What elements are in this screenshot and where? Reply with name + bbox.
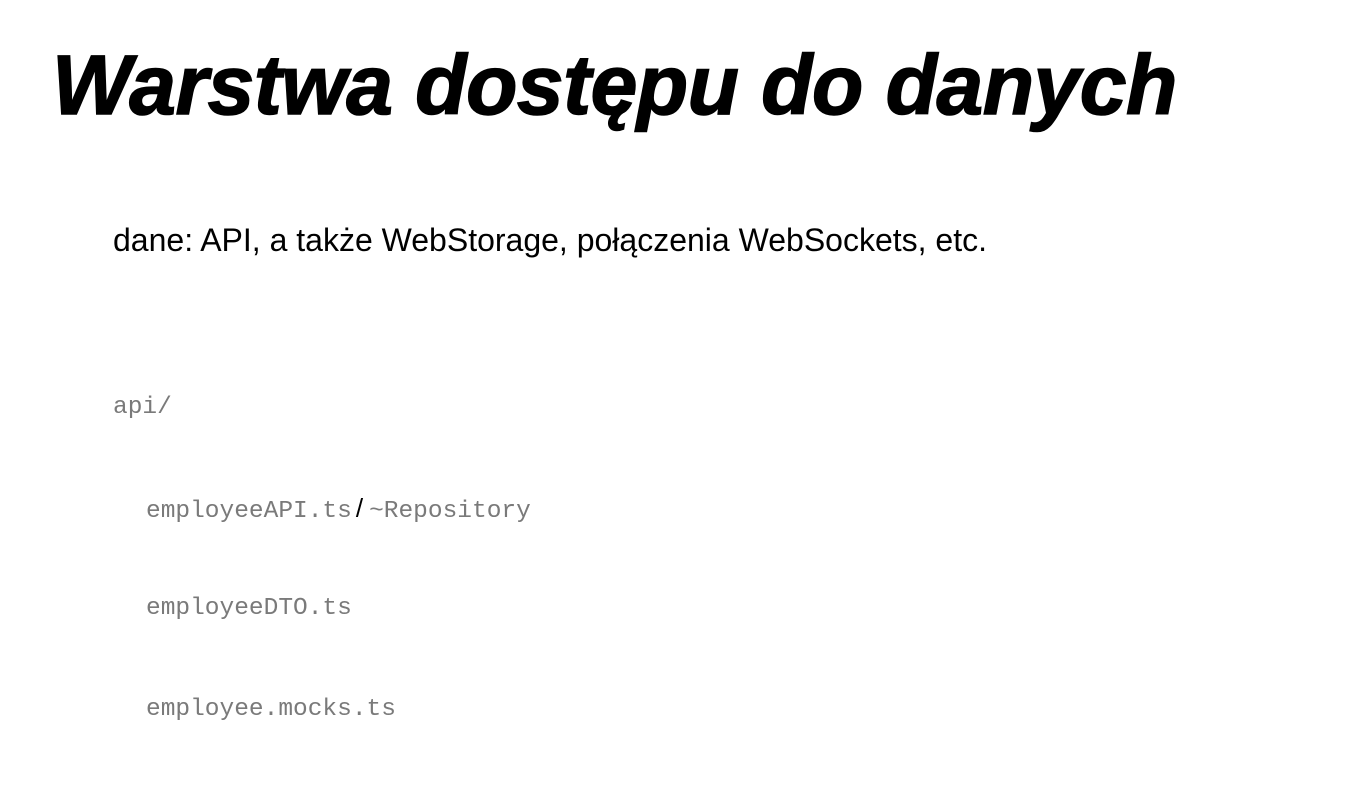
folder-tree: api/ employeeAPI.ts / ~Repository employee… xyxy=(113,324,531,793)
file-item-employee-api: employeeAPI.ts / ~Repository xyxy=(113,492,531,526)
file-name: employeeDTO.ts xyxy=(146,595,352,622)
folder-name: api/ xyxy=(113,394,172,421)
file-name: employee.mocks.ts xyxy=(146,695,396,723)
file-name: employeeAPI.ts xyxy=(146,497,352,525)
file-item-employee-dto: employeeDTO.ts xyxy=(113,592,531,626)
file-item-employee-mocks: employee.mocks.ts xyxy=(113,693,531,727)
slide: Warstwa dostępu do danych dane: API, a t… xyxy=(0,0,1359,723)
file-alias: ~Repository xyxy=(369,497,531,525)
slide-subtitle: dane: API, a także WebStorage, połączeni… xyxy=(113,222,987,258)
path-separator: / xyxy=(355,492,364,523)
slide-title: Warstwa dostępu do danych xyxy=(51,37,1178,133)
